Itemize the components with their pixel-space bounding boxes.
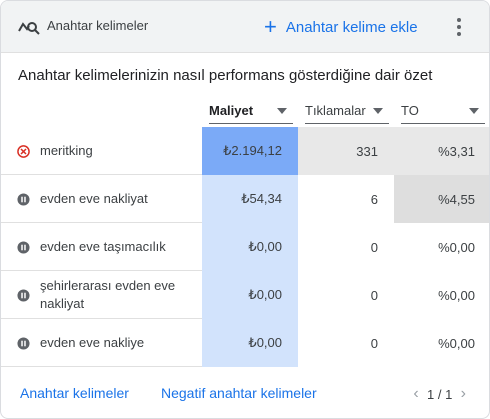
clicks-cell: 0: [298, 319, 394, 367]
ctr-cell: %4,55: [394, 175, 489, 223]
keywords-link[interactable]: Anahtar kelimeler: [20, 385, 129, 401]
keywords-card: Anahtar kelimeler + Anahtar kelime ekle …: [0, 0, 490, 419]
keyword-cell: evden eve taşımacılık: [1, 223, 202, 271]
table-row[interactable]: meritking ₺2.194,12 331 %3,31: [1, 127, 489, 175]
ctr-cell: %0,00: [394, 223, 489, 271]
keyword-cell: şehirlerarası evden eve nakliyat: [1, 271, 202, 319]
more-options-icon[interactable]: [447, 15, 471, 39]
keyword-search-icon: [18, 22, 40, 35]
table-row[interactable]: şehirlerarası evden eve nakliyat ₺0,00 0…: [1, 271, 489, 319]
clicks-cell: 331: [298, 127, 394, 175]
column-header-clicks[interactable]: Tıklamalar: [305, 98, 389, 124]
table-row[interactable]: evden eve nakliye ₺0,00 0 %0,00: [1, 319, 489, 367]
card-title: Anahtar kelimeler: [47, 18, 149, 33]
keyword-label: meritking: [40, 143, 93, 158]
add-keyword-button[interactable]: + Anahtar kelime ekle: [264, 14, 418, 40]
add-keyword-label: Anahtar kelime ekle: [285, 18, 418, 36]
table-row[interactable]: evden eve taşımacılık ₺0,00 0 %0,00: [1, 223, 489, 271]
keyword-label: evden eve nakliye: [40, 335, 145, 350]
clicks-cell: 6: [298, 175, 394, 223]
paused-icon: [17, 192, 30, 206]
paused-icon: [17, 336, 30, 350]
ctr-cell: %3,31: [394, 127, 489, 175]
ctr-cell: %0,00: [394, 271, 489, 319]
pagination: ‹ 1 / 1 ›: [409, 383, 470, 405]
ctr-cell: %0,00: [394, 319, 489, 367]
summary-title: Anahtar kelimelerinizin nasıl performans…: [18, 67, 433, 84]
paused-icon: [17, 288, 30, 302]
negative-keywords-link[interactable]: Negatif anahtar kelimeler: [161, 385, 317, 401]
cost-cell: ₺54,34: [202, 175, 298, 223]
table-row[interactable]: evden eve nakliyat ₺54,34 6 %4,55: [1, 175, 489, 223]
clicks-cell: 0: [298, 271, 394, 319]
cost-cell: ₺0,00: [202, 223, 298, 271]
cost-cell: ₺0,00: [202, 271, 298, 319]
keyword-label: evden eve taşımacılık: [40, 239, 166, 254]
disapproved-icon: [17, 144, 30, 158]
card-header: Anahtar kelimeler + Anahtar kelime ekle: [1, 1, 489, 53]
column-header-cost[interactable]: Maliyet: [209, 98, 293, 124]
chevron-left-icon[interactable]: ‹: [409, 385, 423, 403]
keyword-cell: evden eve nakliye: [1, 319, 202, 367]
column-header-ctr[interactable]: TO: [401, 98, 485, 124]
dropdown-arrow-icon: [469, 107, 479, 114]
keyword-cell: evden eve nakliyat: [1, 175, 202, 223]
page-indicator: 1 / 1: [427, 386, 453, 402]
keyword-label: evden eve nakliyat: [40, 191, 148, 206]
keyword-label: şehirlerarası evden eve nakliyat: [40, 278, 176, 311]
clicks-cell: 0: [298, 223, 394, 271]
dropdown-arrow-icon: [277, 107, 287, 114]
keyword-table: meritking ₺2.194,12 331 %3,31 evden eve …: [1, 127, 489, 367]
plus-icon: +: [264, 14, 277, 39]
cost-cell: ₺2.194,12: [202, 127, 298, 175]
dropdown-arrow-icon: [373, 107, 383, 114]
keyword-cell: meritking: [1, 127, 202, 175]
cost-cell: ₺0,00: [202, 319, 298, 367]
chevron-right-icon[interactable]: ›: [456, 385, 470, 403]
paused-icon: [17, 240, 30, 254]
